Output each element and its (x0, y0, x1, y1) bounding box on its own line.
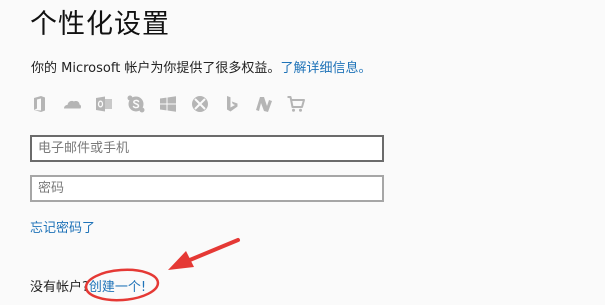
signup-prompt: 没有帐户? (30, 280, 89, 295)
onedrive-icon (62, 94, 82, 114)
windows-icon (158, 94, 178, 114)
signup-row: 没有帐户?创建一个! (30, 276, 146, 295)
password-field[interactable] (30, 175, 384, 202)
intro-text: 你的 Microsoft 帐户为你提供了很多权益。了解详细信息。 (31, 57, 371, 76)
annotation-arrow-head (168, 251, 194, 270)
bing-icon (222, 94, 242, 114)
learn-more-link[interactable]: 了解详细信息。 (280, 61, 371, 76)
intro-description: 你的 Microsoft 帐户为你提供了很多权益。 (31, 61, 281, 76)
create-account-link[interactable]: 创建一个! (89, 280, 146, 295)
email-field[interactable] (30, 135, 384, 162)
xbox-icon (190, 94, 210, 114)
service-icon-row (30, 94, 306, 114)
page-title: 个性化设置 (30, 9, 170, 40)
msn-icon (254, 94, 274, 114)
skype-icon (126, 94, 146, 114)
store-icon (286, 94, 306, 114)
outlook-icon (94, 94, 114, 114)
annotation-arrow-shaft (183, 238, 240, 264)
forgot-password-link[interactable]: 忘记密码了 (30, 217, 95, 236)
office-icon (30, 94, 50, 114)
